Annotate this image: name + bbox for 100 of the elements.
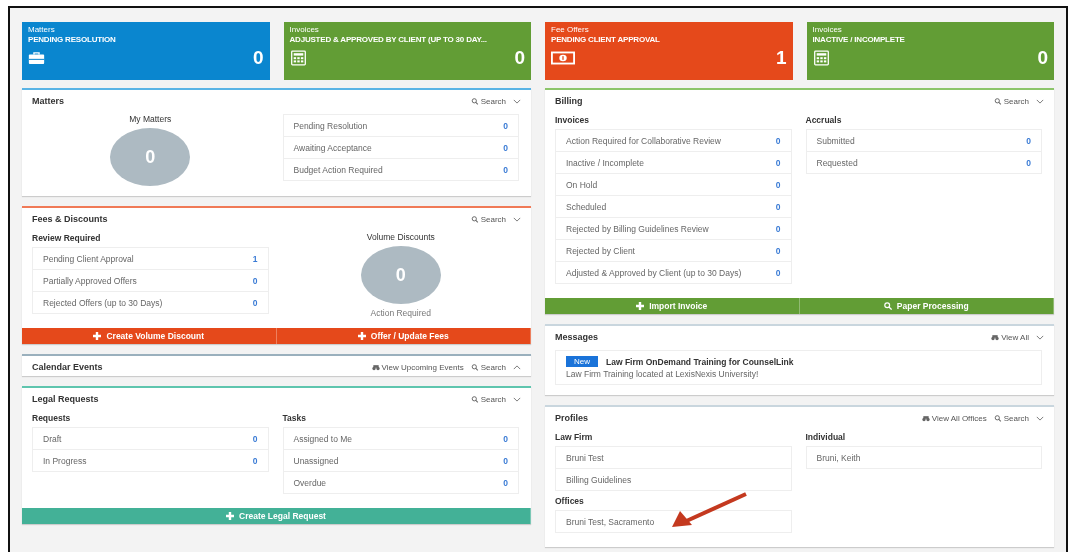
- plus-icon: [93, 332, 102, 340]
- list-item[interactable]: Bruni, Keith: [806, 447, 1041, 468]
- panel-title: Matters: [32, 96, 64, 106]
- list-item[interactable]: Rejected by Billing Guidelines Review 0: [556, 218, 791, 240]
- search-link[interactable]: Search: [470, 96, 506, 106]
- item-label: Overdue: [293, 477, 327, 488]
- tile-label: ADJUSTED & APPROVED BY CLIENT (UP TO 30 DAY...: [289, 35, 488, 45]
- plus-icon: [636, 302, 645, 310]
- binoculars-icon: [921, 414, 930, 422]
- item-count: 0: [1026, 135, 1031, 146]
- item-label: Submitted: [816, 135, 855, 146]
- tile-category: Invoices: [289, 25, 320, 35]
- chevron-down-icon[interactable]: [1036, 415, 1044, 421]
- search-icon: [470, 97, 479, 105]
- item-count: 0: [775, 135, 781, 146]
- plus-icon: [357, 332, 366, 340]
- item-label: Bruni Test, Sacramento: [566, 516, 655, 527]
- list-item[interactable]: Bruni Test, Sacramento: [556, 511, 791, 532]
- search-link[interactable]: Search: [470, 394, 506, 404]
- item-count: 0: [1026, 157, 1031, 168]
- panel-title: Calendar Events: [32, 362, 103, 372]
- list-item[interactable]: Partially Approved Offers 0: [33, 270, 268, 292]
- list-item[interactable]: Submitted 0: [806, 130, 1041, 152]
- item-label: Pending Client Approval: [43, 253, 134, 264]
- view-link[interactable]: View All: [991, 332, 1029, 342]
- section-heading: Review Required: [32, 233, 102, 243]
- list-item[interactable]: Rejected Offers (up to 30 Days) 0: [33, 292, 268, 313]
- stat-tile[interactable]: Matters PENDING RESOLUTION 0: [22, 22, 270, 80]
- chevron-down-icon[interactable]: [1036, 334, 1044, 340]
- item-count: 0: [775, 267, 781, 278]
- list-item[interactable]: Inactive / Incomplete 0: [556, 152, 791, 174]
- item-label: Rejected by Billing Guidelines Review: [566, 223, 709, 234]
- list-item[interactable]: Budget Action Required 0: [283, 159, 518, 180]
- item-label: Pending Resolution: [293, 120, 368, 131]
- stat-tile[interactable]: Invoices INACTIVE / INCOMPLETE 0: [806, 22, 1054, 80]
- item-label: Action Required for Collaborative Review: [566, 135, 721, 146]
- view-link[interactable]: View All Offices: [921, 413, 987, 423]
- item-label: Unassigned: [293, 455, 339, 466]
- panel-title: Profiles: [555, 413, 588, 423]
- item-count: 0: [775, 157, 781, 168]
- section-heading: Requests: [32, 413, 72, 423]
- item-label: Requested: [816, 157, 858, 168]
- item-count: 1: [252, 253, 258, 264]
- action-button[interactable]: Paper Processing: [799, 298, 1054, 314]
- chevron-down-icon[interactable]: [513, 396, 521, 402]
- item-count: 0: [775, 245, 781, 256]
- action-button[interactable]: Create Volume Discount: [22, 328, 277, 344]
- search-link[interactable]: Search: [993, 413, 1029, 423]
- chevron-up-icon[interactable]: [513, 364, 521, 370]
- tile-label: INACTIVE / INCOMPLETE: [812, 35, 906, 45]
- chevron-down-icon[interactable]: [513, 98, 521, 104]
- message-title[interactable]: Law Firm OnDemand Training for CounselLink: [606, 356, 794, 367]
- item-count: 0: [503, 455, 508, 466]
- list-item[interactable]: Awaiting Acceptance 0: [283, 137, 518, 159]
- list-item[interactable]: Rejected by Client 0: [556, 240, 791, 262]
- chevron-down-icon[interactable]: [1036, 98, 1044, 104]
- item-count: 0: [252, 433, 258, 444]
- search-link[interactable]: Search: [470, 362, 506, 372]
- section-heading: Invoices: [555, 115, 591, 125]
- list-item[interactable]: Overdue 0: [283, 472, 518, 493]
- chevron-down-icon[interactable]: [513, 216, 521, 222]
- stat-heading: My Matters: [129, 114, 172, 124]
- item-label: Scheduled: [566, 201, 607, 212]
- section-heading: Offices: [555, 496, 585, 506]
- search-icon: [470, 395, 479, 403]
- stat-tile[interactable]: Fee Offers PENDING CLIENT APPROVAL 1: [545, 22, 793, 80]
- list-item[interactable]: Unassigned 0: [283, 450, 518, 472]
- search-icon: [470, 363, 479, 371]
- binoculars-icon: [371, 363, 380, 371]
- list-item[interactable]: Bruni Test: [556, 447, 791, 469]
- action-button[interactable]: Offer / Update Fees: [276, 328, 531, 344]
- calculator-icon: [812, 50, 830, 66]
- stat-heading: Volume Discounts: [366, 232, 435, 242]
- list-item[interactable]: Billing Guidelines: [556, 469, 791, 490]
- tile-category: Invoices: [812, 25, 843, 35]
- view-link[interactable]: View Upcoming Events: [371, 362, 464, 372]
- list-item[interactable]: Pending Resolution 0: [283, 115, 518, 137]
- tile-count: 0: [514, 47, 525, 69]
- list-item[interactable]: Scheduled 0: [556, 196, 791, 218]
- tile-count: 1: [775, 47, 787, 69]
- list-item[interactable]: Action Required for Collaborative Review 0: [556, 130, 791, 152]
- list-item[interactable]: In Progress 0: [33, 450, 268, 471]
- search-link[interactable]: Search: [993, 96, 1029, 106]
- list-item[interactable]: Requested 0: [806, 152, 1041, 173]
- item-count: 0: [503, 120, 508, 131]
- list-item[interactable]: Assigned to Me 0: [283, 428, 518, 450]
- search-icon: [470, 215, 479, 223]
- list-item[interactable]: Draft 0: [33, 428, 268, 450]
- search-icon: [883, 302, 892, 310]
- list-item[interactable]: On Hold 0: [556, 174, 791, 196]
- message-body: Law Firm Training located at LexisNexis University!: [566, 369, 760, 379]
- item-label: Awaiting Acceptance: [293, 142, 372, 153]
- panel-title: Legal Requests: [32, 394, 99, 404]
- action-button[interactable]: Import Invoice: [545, 298, 800, 314]
- stat-tile[interactable]: Invoices ADJUSTED & APPROVED BY CLIENT (UP TO 30 DAY... 0: [283, 22, 531, 80]
- list-item[interactable]: Adjusted & Approved by Client (up to 30 Days) 0: [556, 262, 791, 283]
- panel-title: Messages: [555, 332, 599, 342]
- item-label: Partially Approved Offers: [43, 275, 137, 286]
- search-link[interactable]: Search: [470, 214, 506, 224]
- list-item[interactable]: Pending Client Approval 1: [33, 248, 268, 270]
